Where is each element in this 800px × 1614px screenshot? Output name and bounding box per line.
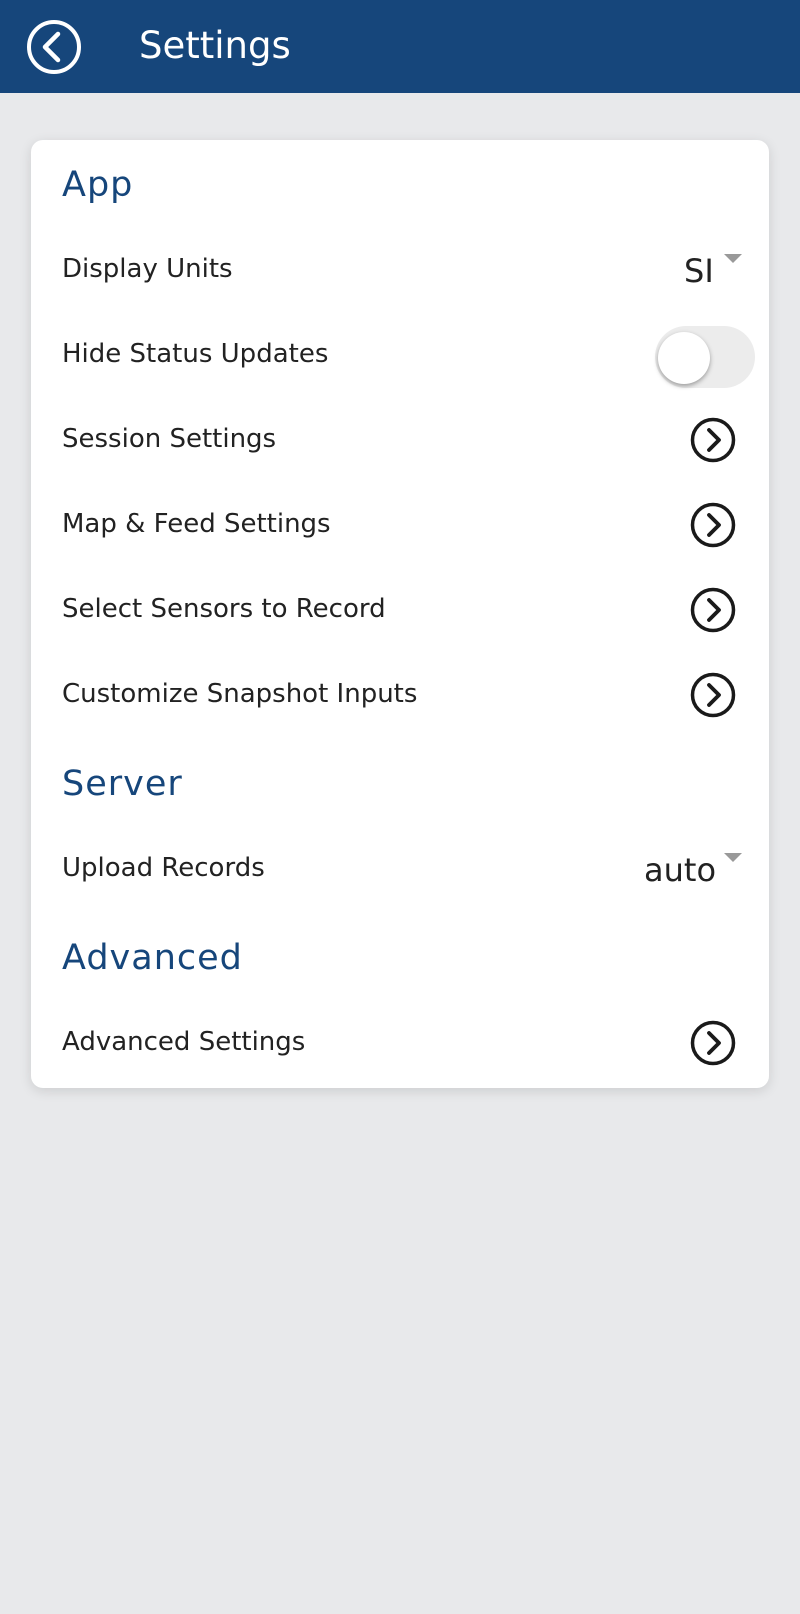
session-settings-label: Session Settings (62, 424, 277, 454)
display-units-select[interactable]: SI (684, 250, 714, 292)
map-feed-settings-row[interactable]: Map & Feed Settings (31, 485, 769, 565)
upload-records-select[interactable]: auto (644, 849, 716, 891)
settings-card: App Display Units SI Hide Status Updates… (31, 140, 769, 1088)
session-settings-row[interactable]: Session Settings (31, 400, 769, 480)
select-sensors-label: Select Sensors to Record (62, 594, 386, 624)
chevron-right-circle-icon (690, 672, 736, 718)
session-settings-button[interactable] (690, 417, 736, 463)
upload-records-row[interactable]: Upload Records auto (31, 829, 769, 909)
caret-down-icon[interactable] (724, 853, 742, 862)
page-title: Settings (139, 24, 291, 67)
chevron-right-circle-icon (690, 587, 736, 633)
customize-snapshot-button[interactable] (690, 672, 736, 718)
advanced-settings-button[interactable] (690, 1020, 736, 1066)
chevron-right-circle-icon (690, 417, 736, 463)
advanced-settings-label: Advanced Settings (62, 1027, 306, 1057)
hide-status-updates-row: Hide Status Updates (31, 315, 769, 395)
hide-status-updates-toggle[interactable] (655, 326, 755, 388)
back-circle-icon (27, 20, 81, 74)
map-feed-settings-label: Map & Feed Settings (62, 509, 331, 539)
display-units-label: Display Units (62, 254, 233, 284)
top-app-bar: Settings (0, 0, 800, 93)
advanced-settings-row[interactable]: Advanced Settings (31, 1003, 769, 1083)
map-feed-settings-button[interactable] (690, 502, 736, 548)
chevron-right-circle-icon (690, 1020, 736, 1066)
select-sensors-row[interactable]: Select Sensors to Record (31, 570, 769, 650)
section-title-app: App (62, 165, 134, 205)
section-title-advanced: Advanced (62, 938, 243, 978)
upload-records-label: Upload Records (62, 853, 265, 883)
display-units-row[interactable]: Display Units SI (31, 230, 769, 310)
customize-snapshot-label: Customize Snapshot Inputs (62, 679, 418, 709)
section-title-server: Server (62, 764, 183, 804)
select-sensors-button[interactable] (690, 587, 736, 633)
customize-snapshot-row[interactable]: Customize Snapshot Inputs (31, 655, 769, 735)
chevron-right-circle-icon (690, 502, 736, 548)
caret-down-icon[interactable] (724, 254, 742, 263)
toggle-knob[interactable] (658, 332, 710, 384)
back-button[interactable] (26, 19, 82, 75)
hide-status-updates-label: Hide Status Updates (62, 339, 329, 369)
